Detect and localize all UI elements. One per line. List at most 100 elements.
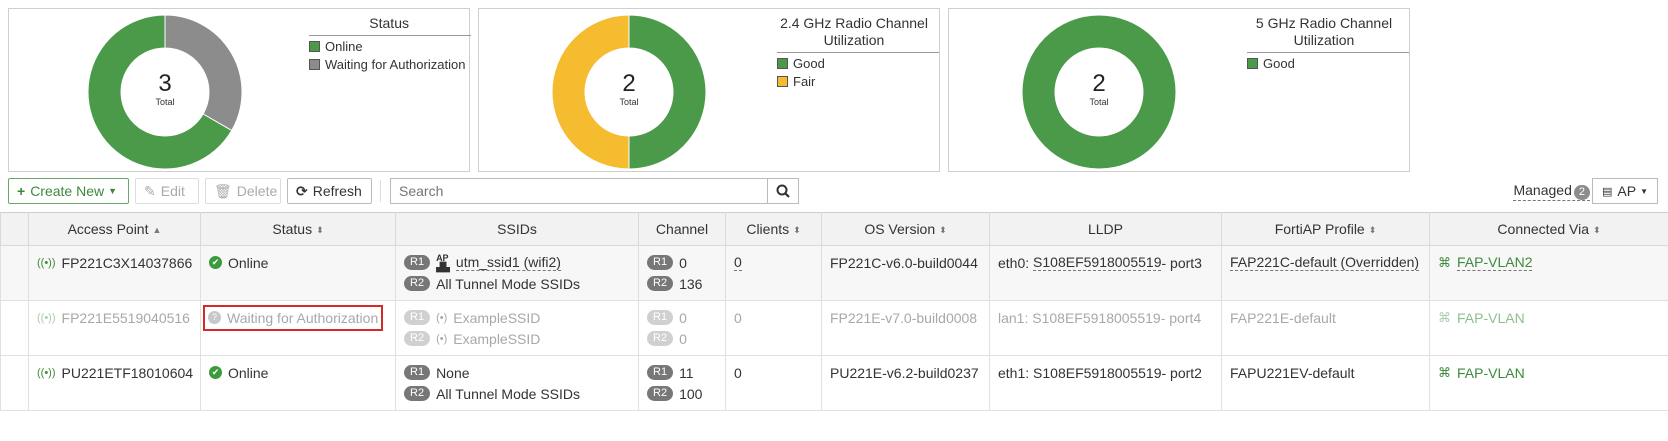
lldp-switch-link[interactable]: S108EF5918005519	[1033, 254, 1162, 271]
channel-value: 0	[679, 330, 687, 347]
column-header-clients[interactable]: Clients ⬍	[725, 212, 822, 246]
column-header-status[interactable]: Status ⬍	[200, 212, 396, 246]
radio-badge: R1	[647, 365, 674, 380]
lldp-cell: eth0: S108EF5918005519 - port3	[989, 245, 1222, 301]
switch-connection-icon: ⌘	[1438, 309, 1451, 325]
legend-item-online[interactable]: Online	[309, 37, 471, 55]
column-header-lldp[interactable]: LLDP	[989, 212, 1222, 246]
column-header-label: Connected Via	[1497, 221, 1590, 237]
clients-cell: 0	[725, 300, 822, 356]
column-header-label: OS Version	[864, 221, 936, 237]
question-circle-icon: ?	[208, 311, 221, 324]
radio-badge: R2	[647, 276, 674, 291]
channel-value: 100	[679, 385, 703, 402]
radio-24ghz-legend-title: 2.4 GHz Radio Channel Utilization	[777, 9, 939, 53]
table-header-row: Access Point ▲ Status ⬍ SSIDs Channel Clie…	[0, 212, 1668, 246]
search-input[interactable]	[390, 178, 768, 204]
clients-value: 0	[734, 309, 742, 326]
ssids-cell: R1 AP ▟▙ utm_ssid1 (wifi2) R2 All Tunnel Mod…	[395, 245, 639, 301]
radio-badge: R1	[404, 310, 431, 325]
caret-down-icon: ▼	[1640, 186, 1648, 196]
column-header-connected-via[interactable]: Connected Via ⬍	[1429, 212, 1668, 246]
radio-badge: R1	[404, 365, 431, 380]
legend-item-good[interactable]: Good	[777, 54, 939, 72]
search-icon	[776, 184, 790, 198]
sort-icon: ⬍	[793, 224, 801, 235]
connected-via-cell: ⌘ FAP-VLAN	[1429, 300, 1668, 356]
clients-link[interactable]: 0	[734, 254, 742, 271]
connected-via-cell: ⌘ FAP-VLAN	[1429, 355, 1668, 411]
create-new-button[interactable]: + Create New ▼	[8, 178, 129, 204]
legend-item-waiting[interactable]: Waiting for Authorization	[309, 55, 471, 73]
wireless-ap-icon: ((•))	[37, 256, 56, 269]
channel-value: 0	[679, 309, 687, 326]
column-header-channel[interactable]: Channel	[638, 212, 726, 246]
lldp-cell: lan1: S108EF5918005519 - port4	[989, 300, 1222, 356]
access-point-name: FP221C3X14037866	[61, 254, 193, 271]
os-version-cell: FP221E-v7.0-build0008	[821, 300, 990, 356]
broadcast-icon: (•)	[436, 332, 448, 345]
radio-5ghz-widget: 2 Total 5 GHz Radio Channel Utilization …	[948, 8, 1410, 172]
lldp-interface: lan1:	[998, 309, 1029, 326]
row-select-cell[interactable]	[0, 245, 29, 301]
switch-connection-icon: ⌘	[1438, 254, 1451, 270]
search-button[interactable]	[767, 178, 799, 204]
caret-down-icon: ▼	[108, 186, 118, 196]
channel-value: 11	[679, 364, 694, 381]
profile-text: FAP221E-default	[1230, 309, 1336, 326]
managed-filter[interactable]: Managed 2	[1513, 182, 1590, 201]
column-header-label: Channel	[655, 221, 709, 237]
legend-swatch	[309, 58, 320, 70]
pencil-icon: ✎	[144, 182, 156, 199]
column-header-fortiap-profile[interactable]: FortiAP Profile ⬍	[1221, 212, 1430, 246]
profile-cell: FAP221C-default (Overridden)	[1221, 245, 1430, 301]
table-row[interactable]: ((•)) FP221C3X14037866 ✔ Online R1 AP ▟▙ utm_…	[0, 245, 1668, 301]
status-cell: ✔ Online	[200, 245, 396, 301]
connected-via-text: FAP-VLAN	[1457, 309, 1525, 326]
refresh-button[interactable]: ⟳ Refresh	[287, 178, 372, 204]
status-legend-title: Status	[309, 9, 471, 36]
channel-value: 0	[679, 254, 687, 271]
radio-24ghz-widget: 2 Total 2.4 GHz Radio Channel Utilizatio…	[478, 8, 940, 172]
lldp-port: - port3	[1161, 254, 1202, 271]
lldp-port: - port2	[1161, 364, 1202, 381]
status-highlight-box[interactable]: ? Waiting for Authorization	[203, 304, 384, 331]
check-circle-icon: ✔	[209, 366, 222, 379]
column-header-label: FortiAP Profile	[1274, 221, 1365, 237]
radio-5ghz-total: 2 Total	[1059, 71, 1139, 108]
radio-5ghz-total-label: Total	[1089, 97, 1109, 107]
legend-label: Good	[793, 55, 825, 71]
clients-value: 0	[734, 364, 742, 381]
column-header-os-version[interactable]: OS Version ⬍	[821, 212, 990, 246]
status-total: 3 Total	[125, 71, 205, 108]
row-select-cell[interactable]	[0, 355, 29, 411]
radio-24ghz-total: 2 Total	[589, 71, 669, 108]
table-row[interactable]: ((•)) PU221ETF18010604 ✔ Online R1 None R2 A…	[0, 355, 1668, 411]
connected-via-cell: ⌘ FAP-VLAN2	[1429, 245, 1668, 301]
create-new-label: Create New	[30, 183, 105, 199]
delete-button[interactable]: 🗑 Delete	[205, 178, 281, 204]
table-row[interactable]: ((•)) FP221E5519040516 ? Waiting for Autho…	[0, 300, 1668, 356]
view-selector-button[interactable]: ▤ AP ▼	[1592, 178, 1658, 204]
edit-button[interactable]: ✎ Edit	[135, 178, 199, 204]
clients-cell: 0	[725, 245, 822, 301]
connected-via-link[interactable]: FAP-VLAN2	[1457, 254, 1533, 271]
row-select-cell[interactable]	[0, 300, 29, 356]
legend-item-fair[interactable]: Fair	[777, 72, 939, 90]
sort-icon: ⬍	[316, 224, 324, 235]
trash-icon: 🗑	[214, 182, 232, 199]
profile-link[interactable]: FAP221C-default (Overridden)	[1230, 254, 1420, 271]
view-label: AP	[1617, 183, 1637, 199]
radio-badge: R2	[647, 386, 674, 401]
status-widget: 3 Total Status Online Waiting for Author…	[8, 8, 471, 172]
managed-count-badge: 2	[1573, 185, 1590, 200]
radio-24ghz-total-label: Total	[619, 97, 639, 107]
column-header-label: Clients	[746, 221, 790, 237]
profile-text: FAPU221EV-default	[1230, 364, 1355, 381]
ssid-link[interactable]: utm_ssid1 (wifi2)	[455, 254, 561, 271]
column-header-label: Status	[272, 221, 313, 237]
legend-label: Waiting for Authorization	[325, 56, 466, 72]
column-header-ssids[interactable]: SSIDs	[395, 212, 639, 246]
column-header-access-point[interactable]: Access Point ▲	[28, 212, 201, 246]
legend-item-good[interactable]: Good	[1247, 54, 1409, 72]
